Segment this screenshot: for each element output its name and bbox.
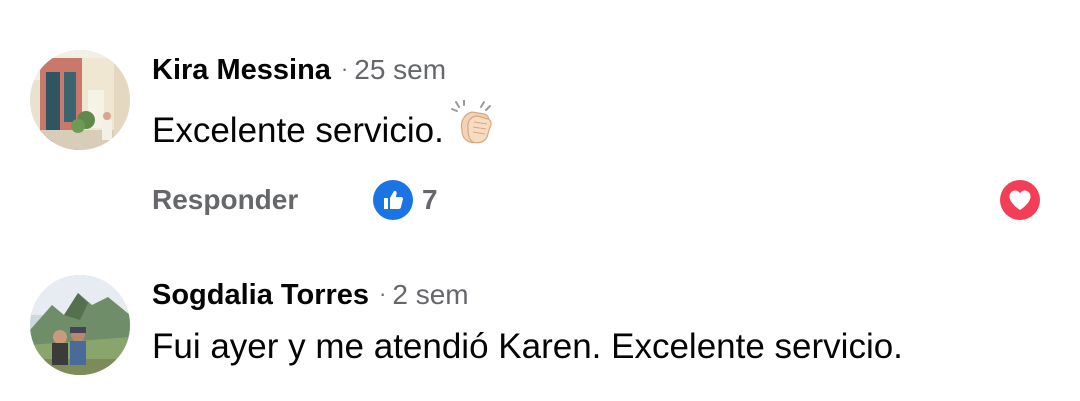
comment-actions: Responder 7 xyxy=(152,180,1052,220)
avatar[interactable] xyxy=(30,275,130,375)
comment-body: Fui ayer y me atendió Karen. Excelente s… xyxy=(152,327,903,366)
thumbs-up-icon xyxy=(373,180,413,220)
meta-separator: · xyxy=(379,281,387,306)
comment-text: Fui ayer y me atendió Karen. Excelente s… xyxy=(152,325,903,369)
comment-meta: Kira Messina · 25 sem xyxy=(152,52,446,90)
reactions-summary[interactable]: 7 xyxy=(373,180,438,220)
avatar-image xyxy=(30,50,130,150)
comment-timestamp[interactable]: 2 sem xyxy=(392,279,468,310)
comment-item: Kira Messina · 25 sem Excelente servicio. … xyxy=(0,0,1080,250)
comment-body: Excelente servicio. xyxy=(152,111,444,150)
comment-item: Sogdalia Torres · 2 sem Fui ayer y me aten… xyxy=(0,250,1080,401)
author-name[interactable]: Sogdalia Torres xyxy=(152,279,369,311)
like-count: 7 xyxy=(422,184,438,215)
reply-button[interactable]: Responder xyxy=(152,184,298,216)
author-name[interactable]: Kira Messina xyxy=(152,54,331,86)
comment-timestamp[interactable]: 25 sem xyxy=(354,54,446,85)
meta-separator: · xyxy=(340,56,349,81)
avatar[interactable] xyxy=(30,50,130,150)
heart-reaction-icon[interactable] xyxy=(1000,180,1040,220)
avatar-image xyxy=(30,275,130,375)
clapping-hands-icon xyxy=(450,99,496,146)
comment-text: Excelente servicio. xyxy=(152,99,496,153)
comment-meta: Sogdalia Torres · 2 sem xyxy=(152,277,469,315)
